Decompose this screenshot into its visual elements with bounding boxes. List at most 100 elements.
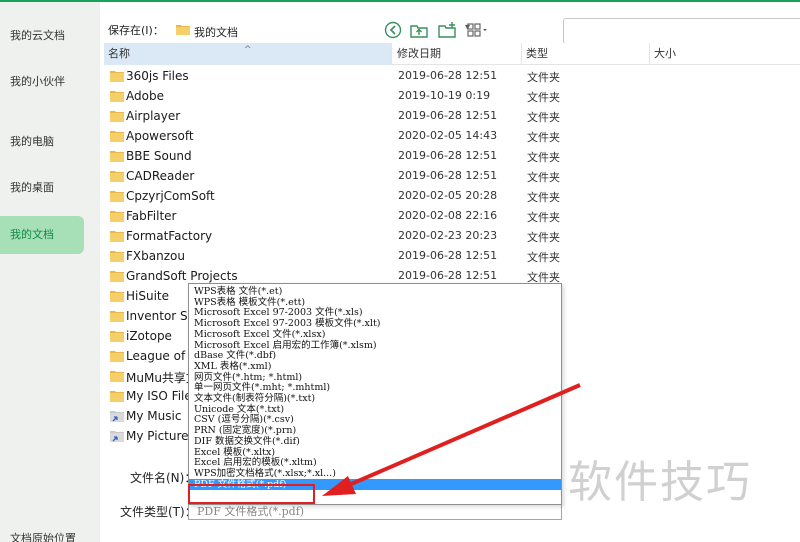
- file-date: 2019-06-28 12:51: [398, 69, 498, 82]
- file-type: 文件夹: [527, 231, 560, 244]
- file-name: HiSuite: [126, 289, 170, 303]
- sidebar-item-desktop[interactable]: 我的桌面: [0, 169, 84, 207]
- file-name: My Pictures: [126, 429, 195, 443]
- annotation-highlight-box: [188, 484, 315, 504]
- filetype-option[interactable]: WPS表格 文件(*.et): [189, 286, 561, 297]
- file-name: My Music: [126, 409, 182, 423]
- folder-icon: [110, 151, 124, 162]
- sidebar-item-my-documents[interactable]: 我的文档: [0, 216, 84, 254]
- watermark-text: 软件技巧: [568, 457, 752, 508]
- file-type: 文件夹: [527, 211, 560, 224]
- file-date: 2019-10-19 0:19: [398, 89, 491, 102]
- sort-ascending-icon: ^: [244, 45, 252, 55]
- file-row[interactable]: FormatFactory 2020-02-23 20:23 文件夹: [104, 226, 800, 246]
- shortcut-folder-icon: [110, 411, 124, 422]
- file-type: 文件夹: [527, 251, 560, 264]
- column-size-label: 大小: [654, 47, 676, 60]
- filetype-label: 文件类型(T)：: [120, 505, 197, 519]
- folder-icon: [110, 111, 124, 122]
- folder-icon: [110, 251, 124, 262]
- shortcut-folder-icon: [110, 431, 124, 442]
- new-folder-icon[interactable]: [436, 19, 458, 41]
- file-row[interactable]: Apowersoft 2020-02-05 14:43 文件夹: [104, 126, 800, 146]
- file-date: 2019-06-28 12:51: [398, 249, 498, 262]
- sidebar-item-cloud-docs[interactable]: 我的云文档: [0, 17, 84, 55]
- folder-icon: [110, 71, 124, 82]
- file-date: 2019-06-28 12:51: [398, 169, 498, 182]
- folder-icon: [110, 231, 124, 242]
- folder-icon: [110, 211, 124, 222]
- up-folder-icon[interactable]: [408, 19, 430, 41]
- file-name: 360js Files: [126, 69, 189, 83]
- file-name: GrandSoft Projects: [126, 269, 238, 283]
- file-type: 文件夹: [527, 171, 560, 184]
- folder-icon: [176, 25, 190, 35]
- column-header-size[interactable]: 大小: [650, 43, 800, 65]
- file-row[interactable]: FXbanzou 2019-06-28 12:51 文件夹: [104, 246, 800, 266]
- search-input[interactable]: [563, 18, 800, 44]
- file-list-header: 名称 ^ 修改日期 类型 大小: [104, 43, 800, 65]
- filetype-option[interactable]: dBase 文件(*.dbf): [189, 350, 561, 361]
- column-name-label: 名称: [108, 47, 130, 60]
- file-date: 2020-02-05 20:28: [398, 189, 498, 202]
- column-date-label: 修改日期: [397, 47, 441, 60]
- file-type: 文件夹: [527, 191, 560, 204]
- file-date: 2020-02-23 20:23: [398, 229, 498, 242]
- sidebar: 我的云文档 我的小伙伴 我的电脑 我的桌面 我的文档 文档原始位置: [0, 2, 100, 542]
- column-header-type[interactable]: 类型: [522, 43, 650, 65]
- folder-icon: [110, 171, 124, 182]
- file-row[interactable]: BBE Sound 2019-06-28 12:51 文件夹: [104, 146, 800, 166]
- file-row[interactable]: 360js Files 2019-06-28 12:51 文件夹: [104, 66, 800, 86]
- column-header-date[interactable]: 修改日期: [393, 43, 522, 65]
- file-row[interactable]: CpzyrjComSoft 2020-02-05 20:28 文件夹: [104, 186, 800, 206]
- file-type: 文件夹: [527, 111, 560, 124]
- file-name: Airplayer: [126, 109, 181, 123]
- folder-icon: [110, 371, 124, 382]
- save-location-value: 我的文档: [194, 26, 238, 39]
- sidebar-item-partners[interactable]: 我的小伙伴: [0, 63, 84, 101]
- filetype-option[interactable]: Microsoft Excel 97-2003 模板文件(*.xlt): [189, 318, 561, 329]
- sidebar-item-my-computer[interactable]: 我的电脑: [0, 123, 84, 161]
- column-type-label: 类型: [526, 47, 548, 60]
- filetype-option[interactable]: XML 表格(*.xml): [189, 361, 561, 372]
- folder-icon: [110, 91, 124, 102]
- file-date: 2020-02-05 14:43: [398, 129, 498, 142]
- file-date: 2020-02-08 22:16: [398, 209, 498, 222]
- file-name: iZotope: [126, 329, 172, 343]
- file-type: 文件夹: [527, 151, 560, 164]
- sidebar-item-original-location[interactable]: 文档原始位置: [10, 530, 76, 542]
- folder-icon: [110, 291, 124, 302]
- file-name: Inventor Se: [126, 309, 196, 323]
- file-name: Apowersoft: [126, 129, 194, 143]
- view-menu-icon[interactable]: [464, 19, 490, 41]
- folder-icon: [110, 391, 124, 402]
- filetype-select-value: PDF 文件格式(*.pdf): [197, 505, 305, 518]
- file-name: BBE Sound: [126, 149, 192, 163]
- folder-icon: [110, 191, 124, 202]
- file-row[interactable]: FabFilter 2020-02-08 22:16 文件夹: [104, 206, 800, 226]
- folder-icon: [110, 311, 124, 322]
- file-name: CADReader: [126, 169, 195, 183]
- file-name: FXbanzou: [126, 249, 185, 263]
- file-date: 2019-06-28 12:51: [398, 149, 498, 162]
- file-name: FabFilter: [126, 209, 177, 223]
- column-header-name[interactable]: 名称 ^: [104, 43, 392, 65]
- folder-icon: [110, 131, 124, 142]
- file-type: 文件夹: [527, 131, 560, 144]
- file-type: 文件夹: [527, 91, 560, 104]
- file-type: 文件夹: [527, 71, 560, 84]
- file-row[interactable]: CADReader 2019-06-28 12:51 文件夹: [104, 166, 800, 186]
- save-in-label: 保存在(I)：: [108, 24, 164, 37]
- file-row[interactable]: Adobe 2019-10-19 0:19 文件夹: [104, 86, 800, 106]
- file-row[interactable]: Airplayer 2019-06-28 12:51 文件夹: [104, 106, 800, 126]
- toolbar: 保存在(I)： 我的文档 ▾: [100, 2, 800, 44]
- back-icon[interactable]: [382, 19, 404, 41]
- folder-icon: [110, 331, 124, 342]
- file-name: CpzyrjComSoft: [126, 189, 215, 203]
- file-name: FormatFactory: [126, 229, 213, 243]
- file-name: League of L: [126, 349, 196, 363]
- file-date: 2019-06-28 12:51: [398, 109, 498, 122]
- filename-label: 文件名(N)：: [130, 471, 197, 485]
- file-name: Adobe: [126, 89, 164, 103]
- filetype-option[interactable]: Microsoft Excel 文件(*.xlsx): [189, 329, 561, 340]
